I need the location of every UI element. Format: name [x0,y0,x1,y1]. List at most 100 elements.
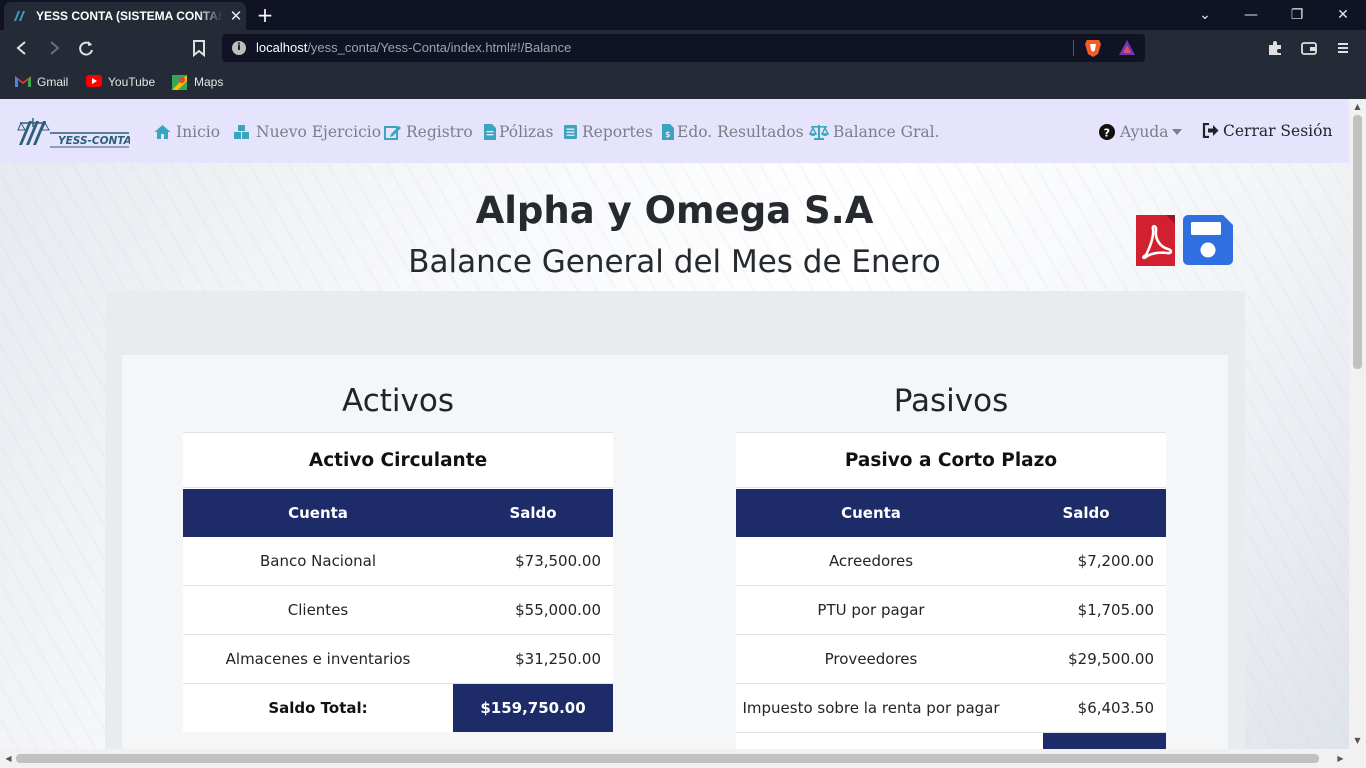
address-bar[interactable]: i localhost/yess_conta/Yess-Conta/index.… [222,34,1145,62]
cell-cuenta: Banco Nacional [259,552,377,570]
balance-card: Activos Activo Circulante Cuenta Saldo B… [122,355,1228,749]
total-value: $159,750.00 [453,684,613,732]
total-value [1043,733,1166,749]
url-divider [1073,40,1074,56]
bookmark-maps[interactable]: Maps [172,73,228,91]
cell-cuenta: Almacenes e inventarios [225,650,411,668]
nav-polizas[interactable]: Pólizas [482,121,553,143]
minimize-button[interactable]: — [1228,0,1274,30]
browser-titlebar: YESS CONTA (SISTEMA CONTABLE) ✕ + ⌄ — ❐ … [0,0,1366,30]
scroll-right-icon[interactable]: ▶ [1332,751,1349,767]
nav-registro[interactable]: Registro [384,121,473,143]
save-icon[interactable] [1183,215,1233,265]
nav-ayuda-dropdown[interactable]: ? Ayuda [1099,121,1185,143]
bookmark-youtube[interactable]: YouTube [86,73,160,91]
total-label: Saldo Total: [268,699,368,717]
svg-text:YESS-CONTA: YESS-CONTA [58,135,130,147]
caret-down-icon [1172,129,1182,135]
browser-toolbar: i localhost/yess_conta/Yess-Conta/index.… [0,30,1366,66]
pdf-icon[interactable] [1136,215,1175,266]
table-row: Clientes $55,000.00 [183,586,613,635]
pasivos-table-header: Cuenta Saldo [736,489,1166,537]
cell-saldo: $31,250.00 [515,650,601,668]
activos-title: Activos [342,383,454,419]
brave-rewards-icon[interactable] [1118,39,1136,57]
table-row: Banco Nacional $73,500.00 [183,537,613,586]
list-icon [564,125,577,139]
browser-tab[interactable]: YESS CONTA (SISTEMA CONTABLE) ✕ [4,2,246,30]
edit-icon [384,126,401,140]
activo-circulante-heading: Activo Circulante [183,432,613,488]
vertical-scroll-thumb[interactable] [1353,115,1362,369]
vertical-scrollbar[interactable]: ▲ ▼ [1349,99,1366,749]
column-header-cuenta: Cuenta [288,504,348,522]
scroll-up-icon[interactable]: ▲ [1349,99,1366,115]
cubes-icon [234,125,249,139]
column-header-cuenta: Cuenta [841,504,901,522]
new-tab-button[interactable]: + [254,4,276,26]
cell-saldo: $1,705.00 [1077,601,1154,619]
balance-container: Activos Activo Circulante Cuenta Saldo B… [105,291,1245,749]
cell-cuenta: Proveedores [824,650,918,668]
table-row: Proveedores $29,500.00 [736,635,1166,684]
total-row: Saldo Total: $159,750.00 [183,684,613,732]
svg-text:$: $ [665,130,671,139]
tab-favicon-icon [14,11,25,21]
cell-cuenta: PTU por pagar [817,601,925,619]
cell-saldo: $55,000.00 [515,601,601,619]
bookmark-icon[interactable] [188,37,210,59]
bookmark-gmail[interactable]: Gmail [15,73,75,91]
table-row: Acreedores $7,200.00 [736,537,1166,586]
cell-cuenta: Impuesto sobre la renta por pagar [742,699,1000,717]
yess-conta-logo[interactable]: YESS-CONTA [16,115,130,149]
cell-saldo: $73,500.00 [515,552,601,570]
activos-table-header: Cuenta Saldo [183,489,613,537]
home-icon [154,125,171,139]
pasivo-corto-plazo-table: Pasivo a Corto Plazo Cuenta Saldo Acreed… [736,432,1166,749]
nav-inicio[interactable]: Inicio [154,121,220,143]
nav-cerrar-sesion[interactable]: Cerrar Sesión [1202,120,1332,142]
menu-icon[interactable] [1332,37,1354,59]
pasivo-corto-plazo-heading: Pasivo a Corto Plazo [736,432,1166,488]
tab-title: YESS CONTA (SISTEMA CONTABLE) [36,9,222,23]
site-info-icon[interactable]: i [232,41,246,55]
extensions-icon[interactable] [1264,37,1286,59]
table-row: Almacenes e inventarios $31,250.00 [183,635,613,684]
cell-saldo: $6,403.50 [1077,699,1154,717]
horizontal-scrollbar[interactable]: ◀ ▶ [0,749,1366,768]
tab-close-icon[interactable]: ✕ [228,7,244,25]
pasivos-title: Pasivos [893,383,1009,419]
cell-saldo: $29,500.00 [1068,650,1154,668]
balance-scale-icon [809,125,829,140]
question-circle-icon: ? [1099,124,1115,140]
bookmarks-bar: Gmail YouTube Maps [0,66,1366,99]
scroll-down-icon[interactable]: ▼ [1349,733,1366,749]
close-window-button[interactable]: ✕ [1320,0,1366,30]
document-icon [484,124,496,140]
youtube-icon [86,75,102,87]
app-navbar: YESS-CONTA Inicio Nuevo Ejercicio Regist… [0,99,1349,163]
sign-out-icon [1202,123,1219,138]
nav-reportes[interactable]: Reportes [563,121,653,143]
wallet-icon[interactable] [1298,37,1320,59]
nav-balance-gral[interactable]: Balance Gral. [809,121,940,143]
forward-icon[interactable] [43,37,65,59]
maps-icon [172,75,187,90]
brave-shields-icon[interactable] [1084,38,1102,58]
reload-icon[interactable] [75,37,97,59]
cell-cuenta: Clientes [287,601,349,619]
total-row [736,733,1166,749]
invoice-icon: $ [662,124,674,140]
tab-search-icon[interactable]: ⌄ [1182,0,1228,30]
cell-cuenta: Acreedores [828,552,914,570]
back-icon[interactable] [11,37,33,59]
horizontal-scroll-thumb[interactable] [16,754,1319,763]
table-row: PTU por pagar $1,705.00 [736,586,1166,635]
column-header-saldo: Saldo [1062,504,1110,522]
scroll-left-icon[interactable]: ◀ [0,751,17,767]
url-text[interactable]: localhost/yess_conta/Yess-Conta/index.ht… [256,40,571,55]
nav-nuevo-ejercicio[interactable]: Nuevo Ejercicio [233,121,381,143]
nav-edo-resultados[interactable]: $ Edo. Resultados [661,121,804,143]
activo-circulante-table: Activo Circulante Cuenta Saldo Banco Nac… [183,432,613,732]
restore-button[interactable]: ❐ [1274,0,1320,30]
